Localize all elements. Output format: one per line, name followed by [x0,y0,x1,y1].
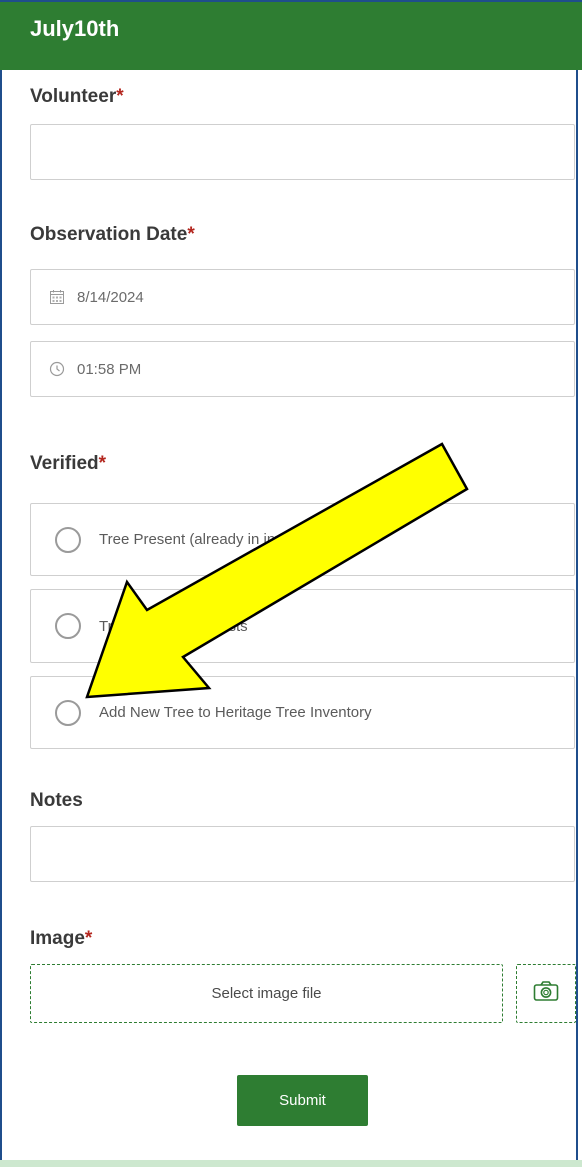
footer-bar [0,1160,582,1167]
option-label: Tree Present (already in inventory) [99,531,330,548]
notes-label-text: Notes [30,790,83,811]
volunteer-label-text: Volunteer [30,86,117,107]
camera-icon [533,980,559,1007]
image-label-text: Image [30,928,85,949]
verified-option-add-new-tree[interactable]: Add New Tree to Heritage Tree Inventory [30,676,575,749]
observation-date-label-text: Observation Date [30,224,188,245]
required-mark: * [84,928,93,949]
required-mark: * [116,86,124,107]
option-label: Tree No Longer Exists [99,617,248,635]
time-value: 01:58 PM [77,360,142,378]
camera-button[interactable] [516,964,576,1023]
verified-label: Verified* [30,453,106,475]
date-value: 8/14/2024 [77,288,144,306]
image-label: Image* [30,928,92,950]
verified-option-tree-no-longer-exists[interactable]: Tree No Longer Exists [30,589,575,663]
radio-button[interactable] [55,613,81,639]
clock-icon [49,361,65,377]
verified-option-tree-present[interactable]: Tree Present (already in inventory) [30,503,575,576]
form-title: July10th [30,16,120,41]
notes-label: Notes [30,790,83,812]
required-mark: * [187,224,195,245]
volunteer-label: Volunteer* [30,86,124,108]
date-input[interactable]: 8/14/2024 [30,269,575,325]
notes-input[interactable] [30,826,575,882]
volunteer-input[interactable] [30,124,575,180]
form-header: July10th [0,0,582,70]
select-image-file-button[interactable]: Select image file [30,964,503,1023]
submit-button[interactable]: Submit [237,1075,368,1126]
radio-button[interactable] [55,699,81,726]
option-label: Add New Tree to Heritage Tree Inventory [99,704,372,721]
select-image-label: Select image file [211,985,322,1002]
observation-date-label: Observation Date* [30,224,195,246]
verified-label-text: Verified [30,453,99,474]
time-input[interactable]: 01:58 PM [30,341,575,397]
calendar-icon [49,289,65,305]
required-mark: * [98,453,107,474]
radio-button[interactable] [55,526,81,553]
